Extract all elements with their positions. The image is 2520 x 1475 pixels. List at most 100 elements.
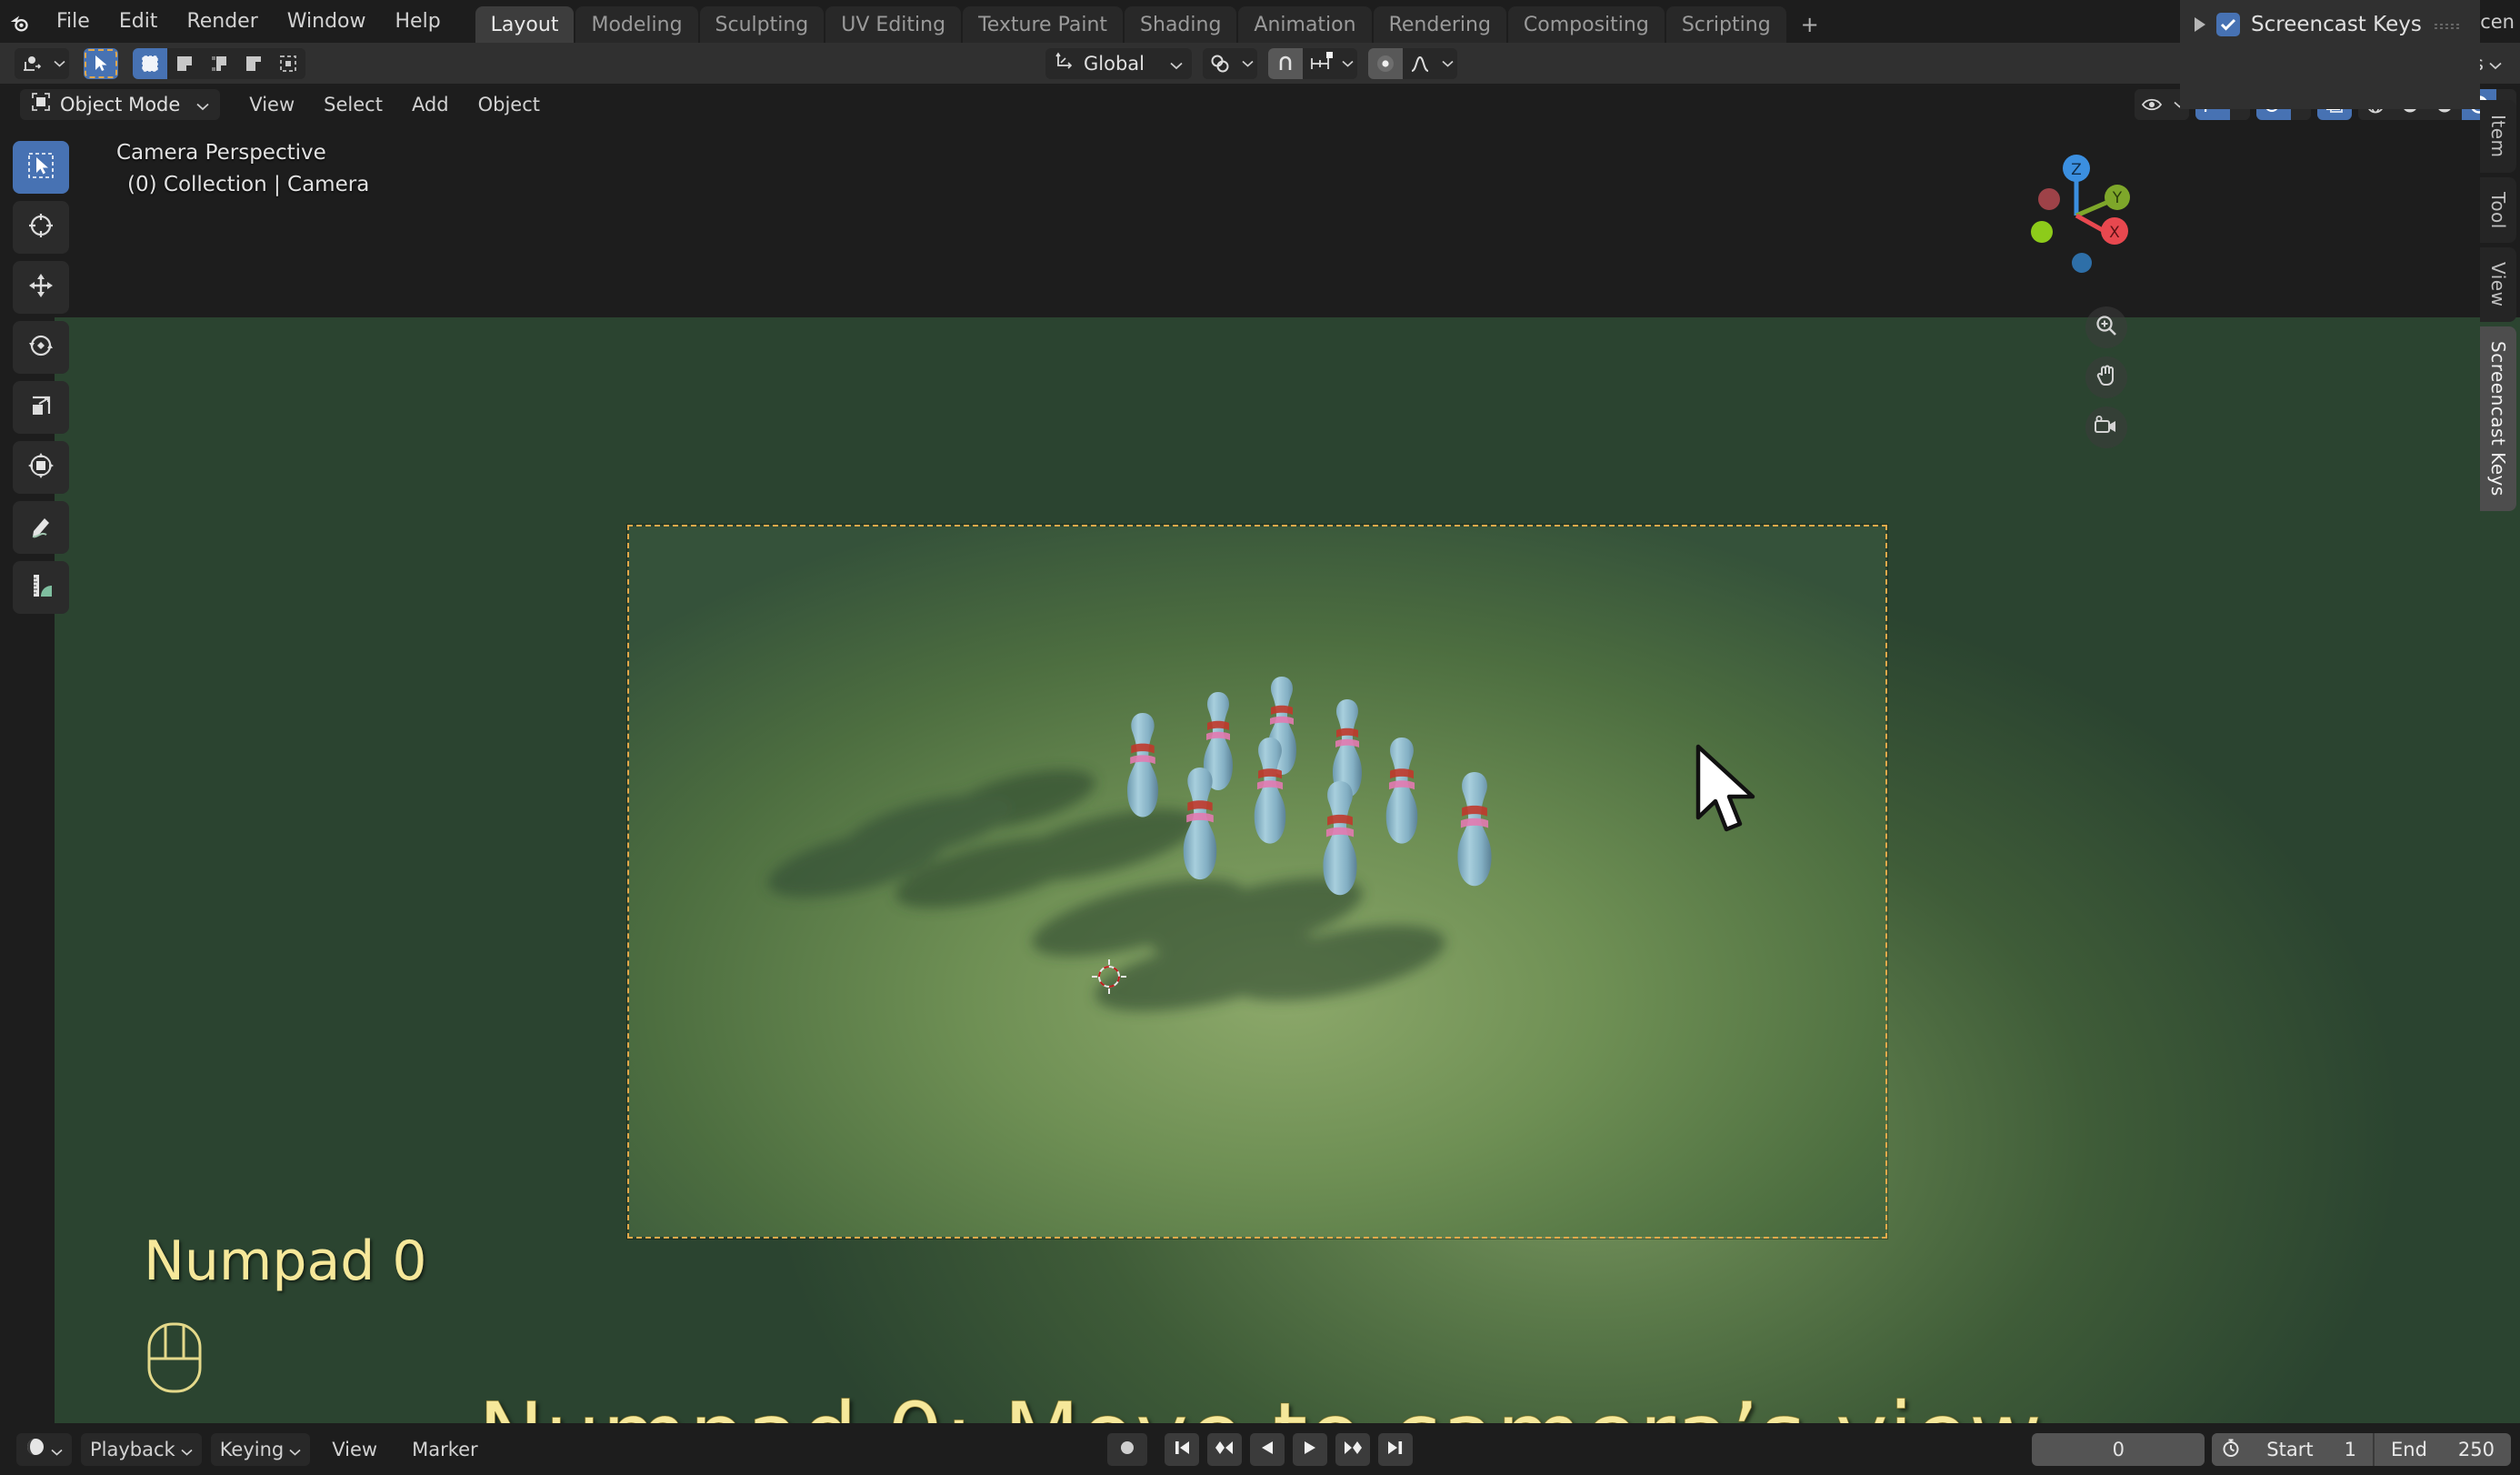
next-keyframe-button[interactable] xyxy=(1335,1432,1370,1466)
screencast-keys-checkbox[interactable] xyxy=(2216,13,2240,36)
camera-view-content xyxy=(629,527,1885,1237)
move-arrows-icon xyxy=(26,271,55,304)
timeline-menu-marker[interactable]: Marker xyxy=(399,1439,491,1460)
frame-range-controls: 0 Start 1 End 250 xyxy=(2032,1432,2511,1466)
select-invert-icon[interactable] xyxy=(236,47,271,79)
viewport-menu-view[interactable]: View xyxy=(235,94,309,115)
jump-to-start-icon xyxy=(1172,1439,1192,1460)
interaction-mode-label: Object Mode xyxy=(60,93,181,115)
tool-annotate[interactable] xyxy=(13,501,69,554)
screencast-keys-panel-header[interactable]: Screencast Keys xyxy=(2180,0,2480,36)
tool-transform[interactable] xyxy=(13,441,69,494)
3d-viewport[interactable]: Camera Perspective (0) Collection | Came… xyxy=(0,125,2520,1423)
falloff-smooth-icon[interactable] xyxy=(1403,47,1437,79)
play-reverse-button[interactable] xyxy=(1250,1432,1285,1466)
timeline-menu-playback[interactable]: Playback xyxy=(81,1432,202,1466)
ruler-measure-icon xyxy=(26,571,55,604)
navigation-gizmo[interactable]: Z Y X xyxy=(2004,143,2149,288)
chevron-down-icon xyxy=(196,94,209,115)
workspace-tab-animation[interactable]: Animation xyxy=(1238,6,1372,43)
snap-increment-icon[interactable] xyxy=(1303,47,1337,79)
viewport-menu-select[interactable]: Select xyxy=(309,94,397,115)
menu-render[interactable]: Render xyxy=(172,0,272,43)
workspace-tab-sculpting[interactable]: Sculpting xyxy=(699,6,825,43)
viewport-toolbar xyxy=(13,141,69,614)
select-extend-icon[interactable] xyxy=(167,47,202,79)
current-frame-field[interactable]: 0 xyxy=(2032,1432,2205,1466)
snap-magnet-icon[interactable] xyxy=(1268,47,1303,79)
chevron-down-icon xyxy=(289,1439,301,1460)
frame-start-field[interactable]: Start 1 xyxy=(2250,1433,2373,1466)
tool-rotate[interactable] xyxy=(13,321,69,374)
menu-file[interactable]: File xyxy=(42,0,105,43)
jump-to-end-button[interactable] xyxy=(1378,1432,1413,1466)
prev-keyframe-button[interactable] xyxy=(1207,1432,1242,1466)
camera-frame-border xyxy=(626,524,1888,1239)
play-icon xyxy=(1301,1439,1319,1460)
tool-tweak-select[interactable] xyxy=(13,141,69,194)
frame-start-value: 1 xyxy=(2344,1438,2356,1460)
transform-orientation-selector[interactable]: Global xyxy=(1045,47,1192,79)
interaction-mode-selector[interactable]: Object Mode xyxy=(20,88,221,120)
timeline-menu-view[interactable]: View xyxy=(319,1439,390,1460)
viewport-info-line2: (0) Collection | Camera xyxy=(127,173,370,196)
workspace-tab-rendering[interactable]: Rendering xyxy=(1373,6,1506,43)
select-set-icon[interactable] xyxy=(133,47,167,79)
drag-grip-icon[interactable] xyxy=(2433,19,2464,30)
frame-end-field[interactable]: End 250 xyxy=(2375,1433,2511,1466)
select-intersect-icon[interactable] xyxy=(271,47,305,79)
timeline-editor-type-selector[interactable] xyxy=(16,1432,72,1466)
scale-icon xyxy=(27,392,55,423)
use-preview-range-button[interactable] xyxy=(2212,1432,2251,1466)
camera-view-button[interactable] xyxy=(2085,406,2127,448)
menu-edit[interactable]: Edit xyxy=(105,0,173,43)
play-button[interactable] xyxy=(1293,1432,1327,1466)
tweak-select-tool-button[interactable] xyxy=(84,47,118,79)
sidebar-tab-screencast-keys[interactable]: Screencast Keys xyxy=(2480,326,2516,511)
workspace-tab-shading[interactable]: Shading xyxy=(1125,6,1237,43)
workspace-tab-scripting[interactable]: Scripting xyxy=(1665,6,1786,43)
workspace-tab-texture-paint[interactable]: Texture Paint xyxy=(963,6,1124,43)
tool-scale[interactable] xyxy=(13,381,69,434)
blender-logo-icon[interactable] xyxy=(0,0,42,43)
camera-view-icon xyxy=(2094,415,2119,440)
viewport-menu-add[interactable]: Add xyxy=(397,94,464,115)
menu-help[interactable]: Help xyxy=(381,0,455,43)
select-subtract-icon[interactable] xyxy=(202,47,236,79)
pivot-point-selector[interactable] xyxy=(1203,47,1257,79)
pivot-point-icon xyxy=(1203,47,1237,79)
gizmo-axis-x-label: X xyxy=(2109,224,2120,242)
menu-window[interactable]: Window xyxy=(273,0,381,43)
pan-view-button[interactable] xyxy=(2085,356,2127,398)
prev-keyframe-icon xyxy=(1214,1439,1235,1460)
viewport-menu-object[interactable]: Object xyxy=(464,94,555,115)
sidebar-tab-item[interactable]: Item xyxy=(2480,100,2516,173)
jump-to-start-button[interactable] xyxy=(1165,1432,1199,1466)
proportional-editing-group xyxy=(1368,47,1457,79)
select-mode-group xyxy=(133,47,305,79)
chevron-down-icon xyxy=(49,47,69,79)
workspace-tab-modeling[interactable]: Modeling xyxy=(575,6,698,43)
stopwatch-icon xyxy=(2221,1438,2241,1461)
workspace-tab-layout[interactable]: Layout xyxy=(475,6,575,43)
disclosure-triangle-icon[interactable] xyxy=(2195,17,2205,32)
workspace-tab-compositing[interactable]: Compositing xyxy=(1507,6,1665,43)
transform-icon xyxy=(26,451,55,484)
sidebar-tab-view[interactable]: View xyxy=(2480,247,2516,322)
tool-measure[interactable] xyxy=(13,561,69,614)
zoom-view-button[interactable] xyxy=(2085,306,2127,348)
record-button[interactable] xyxy=(1107,1432,1147,1466)
editor-type-selector[interactable] xyxy=(15,47,69,79)
add-workspace-button[interactable]: + xyxy=(1788,6,1832,43)
snapping-group xyxy=(1268,47,1357,79)
timeline-menu-keying[interactable]: Keying xyxy=(210,1432,311,1466)
tool-cursor[interactable] xyxy=(13,201,69,254)
frame-end-value: 250 xyxy=(2457,1438,2495,1460)
tool-move[interactable] xyxy=(13,261,69,314)
frame-range-box: Start 1 End 250 xyxy=(2212,1432,2511,1466)
mouse-pointer-icon xyxy=(1691,743,1764,841)
proportional-edit-icon[interactable] xyxy=(1368,47,1403,79)
screencast-banner-text: Numpad 0: Move to camera’s view xyxy=(0,1384,2520,1424)
workspace-tab-uv-editing[interactable]: UV Editing xyxy=(825,6,962,43)
sidebar-tab-tool[interactable]: Tool xyxy=(2480,176,2516,244)
